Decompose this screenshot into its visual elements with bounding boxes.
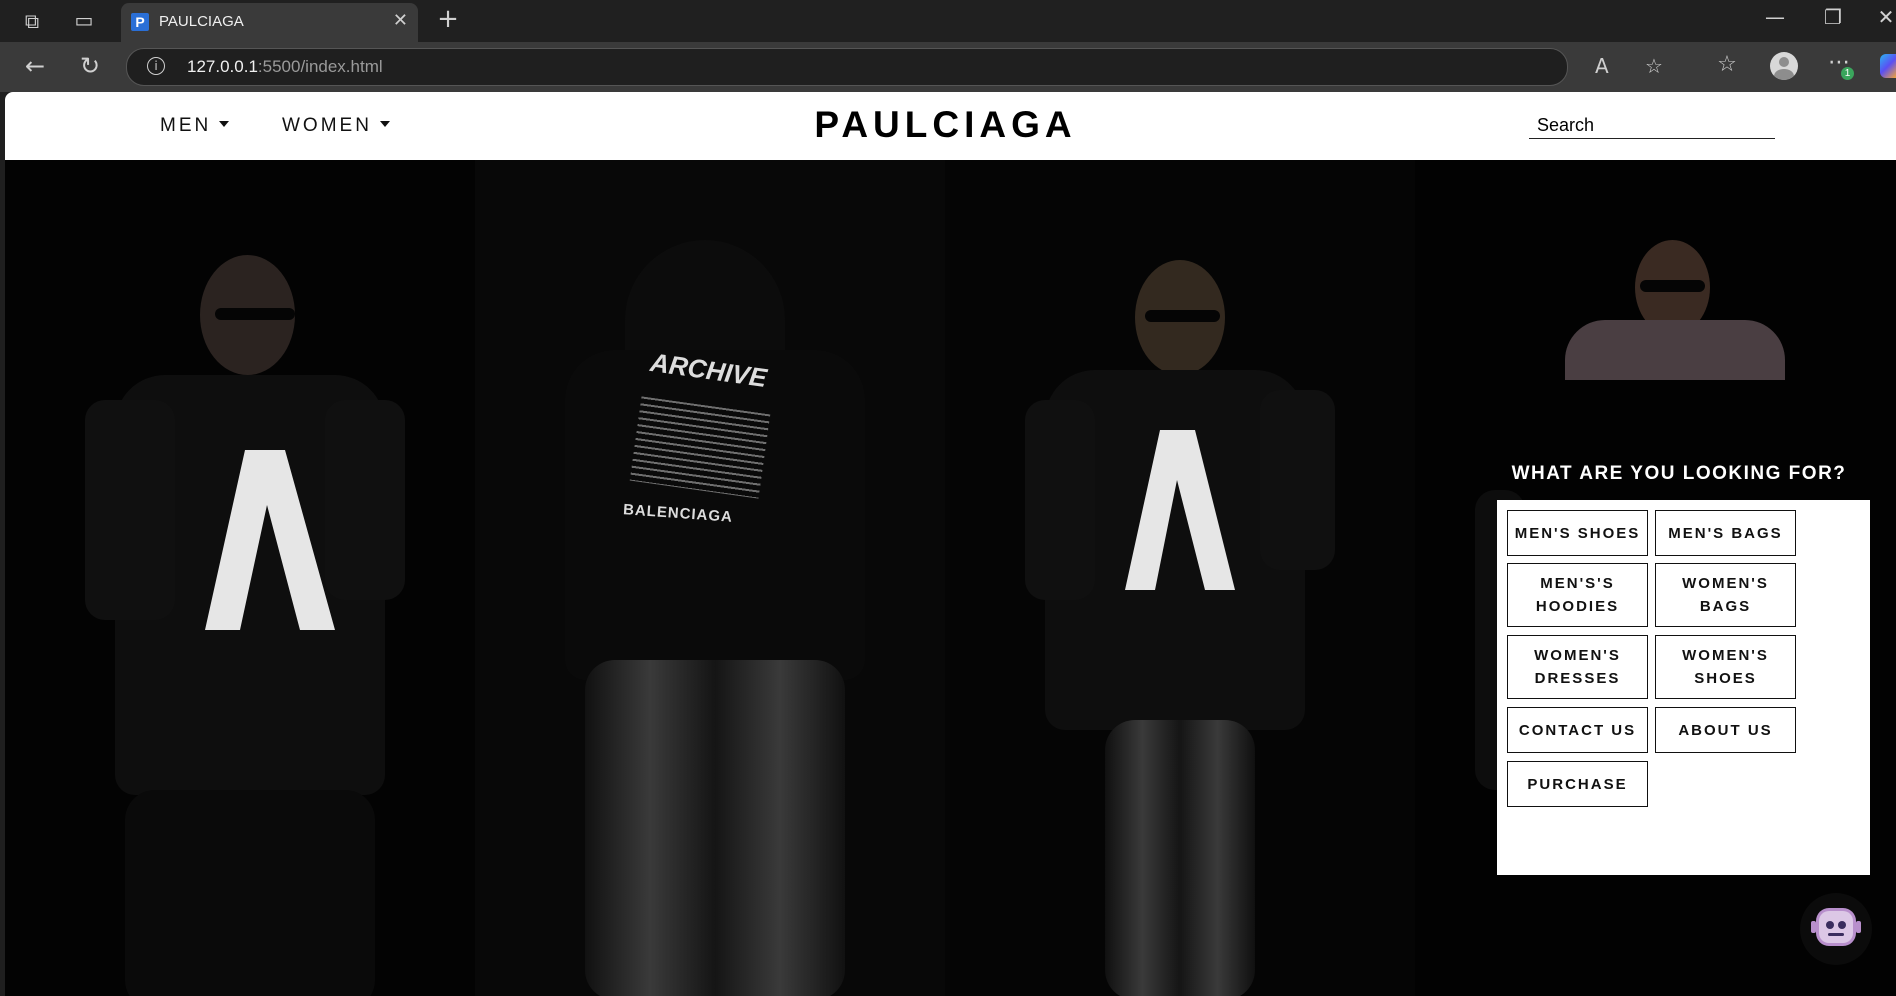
favorite-star-icon[interactable]: ☆ [1645, 54, 1663, 78]
category-popup: MEN'S SHOES MEN'S BAGS MEN'S'S HOODIES W… [1497, 500, 1870, 875]
close-window-icon[interactable]: ✕ [1866, 5, 1896, 29]
option-mens-shoes[interactable]: MEN'S SHOES [1507, 510, 1648, 556]
site-header: MEN WOMEN PAULCIAGA [5, 92, 1896, 160]
model-photo-2: ARCHIVE BALENCIAGA [475, 160, 945, 996]
chatbot-button[interactable] [1800, 893, 1872, 965]
option-womens-shoes[interactable]: WOMEN'S SHOES [1655, 635, 1796, 699]
option-womens-bags[interactable]: WOMEN'S BAGS [1655, 563, 1796, 627]
search-input[interactable] [1529, 112, 1775, 139]
browser-tab[interactable]: P PAULCIAGA ✕ [121, 3, 418, 42]
favorites-icon[interactable]: ☆ [1712, 52, 1742, 77]
browser-tab-bar: ⧉ ▭ P PAULCIAGA ✕ + — ❐ ✕ [0, 0, 1896, 42]
option-about-us[interactable]: ABOUT US [1655, 707, 1796, 753]
favicon-icon: P [131, 13, 149, 31]
option-contact-us[interactable]: CONTACT US [1507, 707, 1648, 753]
popup-title: WHAT ARE YOU LOOKING FOR? [1511, 463, 1847, 484]
back-icon[interactable]: ← [20, 52, 50, 80]
reload-icon[interactable]: ↻ [75, 52, 105, 80]
url-text: 127.0.0.1:5500/index.html [187, 57, 383, 76]
read-aloud-icon[interactable]: A [1595, 54, 1609, 78]
option-womens-dresses[interactable]: WOMEN'S DRESSES [1507, 635, 1648, 699]
tab-title: PAULCIAGA [159, 13, 244, 30]
robot-icon [1811, 911, 1861, 943]
browser-nav-bar: ← ↻ i 127.0.0.1:5500/index.html A ☆ ☆ ⋯ … [0, 42, 1896, 92]
tab-actions-icon[interactable]: ▭ [72, 8, 96, 32]
notification-badge: 1 [1841, 67, 1854, 80]
close-tab-icon[interactable]: ✕ [393, 10, 408, 31]
profile-avatar-icon[interactable] [1770, 52, 1798, 80]
model-photo-3 [945, 160, 1415, 996]
page-viewport: MEN WOMEN PAULCIAGA ARCHIVE BALENCIAGA [5, 92, 1896, 996]
address-bar[interactable]: i 127.0.0.1:5500/index.html A ☆ [126, 48, 1663, 86]
model-photo-1 [5, 160, 475, 996]
workspaces-icon[interactable]: ⧉ [20, 9, 44, 33]
new-tab-icon[interactable]: + [433, 4, 463, 34]
lambda-print-icon [205, 450, 335, 630]
copilot-icon[interactable] [1880, 54, 1896, 78]
option-purchase[interactable]: PURCHASE [1507, 761, 1648, 807]
restore-icon[interactable]: ❐ [1813, 5, 1853, 29]
minimize-icon[interactable]: — [1755, 5, 1795, 29]
lambda-print-icon [1125, 430, 1235, 590]
site-info-icon[interactable]: i [147, 57, 165, 75]
option-mens-hoodies[interactable]: MEN'S'S HOODIES [1507, 563, 1648, 627]
option-mens-bags[interactable]: MEN'S BAGS [1655, 510, 1796, 556]
